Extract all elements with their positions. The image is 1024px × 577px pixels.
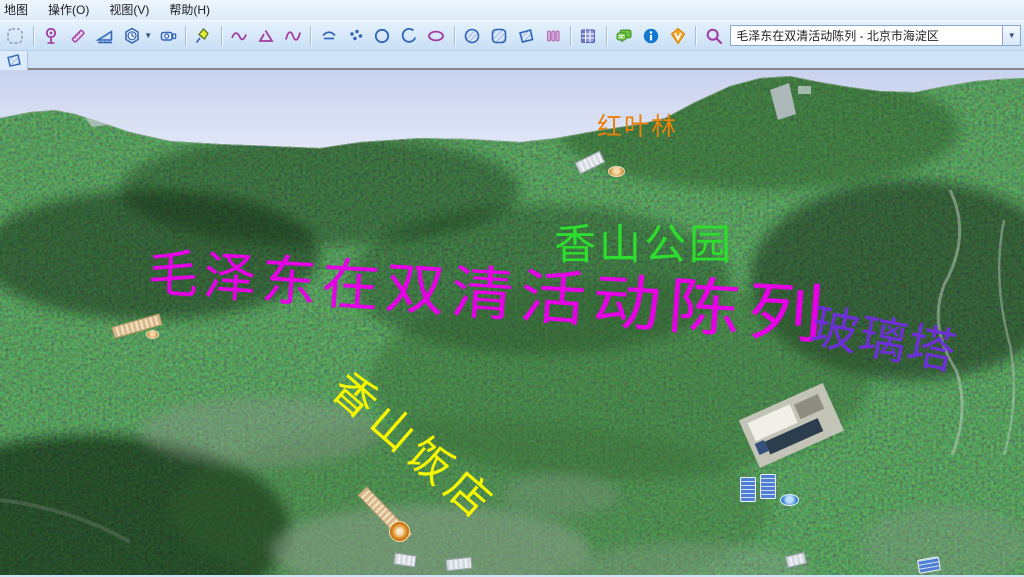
gem-v-icon[interactable]: [666, 23, 691, 48]
time-hexagon-icon[interactable]: [119, 23, 144, 48]
menu-operate[interactable]: 操作(O): [38, 0, 99, 21]
menu-map[interactable]: 地图: [1, 0, 38, 21]
hatched-polygon-icon[interactable]: [513, 23, 538, 48]
poi-marker-oval[interactable]: [146, 330, 159, 339]
point-cluster-icon[interactable]: [343, 23, 368, 48]
info-icon[interactable]: [639, 23, 664, 48]
striped-bars-icon[interactable]: [540, 23, 565, 48]
place-pin-icon[interactable]: [39, 23, 64, 48]
search-combobox: ▼: [730, 25, 1021, 46]
poi-blue-building-sprite: [740, 477, 756, 502]
map-label-hongyelin[interactable]: 红叶林: [597, 114, 678, 139]
polyline-icon[interactable]: [227, 23, 252, 48]
table-grid-icon[interactable]: [576, 23, 601, 48]
curve-icon[interactable]: [281, 23, 306, 48]
menu-bar: 地图 操作(O) 视图(V) 帮助(H): [0, 0, 1024, 20]
camera-icon[interactable]: [155, 23, 180, 48]
poi-marker-ring[interactable]: [390, 522, 409, 541]
toolbar-separator: [310, 26, 311, 46]
application-window: 地图 操作(O) 视图(V) 帮助(H) ▼: [0, 0, 1024, 577]
toolbar-separator: [606, 26, 607, 46]
hatched-polygon-tab[interactable]: [0, 51, 28, 70]
toolbar: ▼: [0, 20, 1024, 51]
toolbar-separator: [570, 26, 571, 46]
map-label-xiangshan-park[interactable]: 香山公园: [554, 224, 734, 266]
chat-bubbles-icon[interactable]: [612, 23, 637, 48]
hatched-circle-icon[interactable]: [460, 23, 485, 48]
poi-marker-oval[interactable]: [608, 166, 625, 177]
toolbar-separator: [454, 26, 455, 46]
menu-view[interactable]: 视图(V): [99, 0, 159, 21]
menu-help[interactable]: 帮助(H): [159, 0, 220, 21]
arc-over-line-icon[interactable]: [316, 23, 341, 48]
search-dropdown-button[interactable]: ▼: [1002, 25, 1021, 46]
search-input[interactable]: [730, 25, 1002, 46]
map-viewport[interactable]: 红叶林 香山公园 毛泽东在双清活动陈列 玻璃塔 香山饭店: [0, 70, 1024, 575]
arc-icon[interactable]: [397, 23, 422, 48]
toolbar-separator: [221, 26, 222, 46]
ellipse-icon[interactable]: [424, 23, 449, 48]
secondary-toolbar: [0, 51, 1024, 70]
chevron-down-icon[interactable]: ▼: [143, 31, 153, 40]
hatched-rect-icon[interactable]: [486, 23, 511, 48]
ruler-icon[interactable]: [66, 23, 91, 48]
toolbar-separator: [695, 26, 696, 46]
toolbar-separator: [185, 26, 186, 46]
search-icon[interactable]: [701, 23, 726, 48]
pushpin-icon[interactable]: [191, 23, 216, 48]
polygon-triangle-icon[interactable]: [254, 23, 279, 48]
poi-blue-building-sprite: [760, 474, 776, 499]
poi-marker-oval-blue[interactable]: [780, 494, 799, 506]
measure-triangle-icon[interactable]: [93, 23, 118, 48]
toolbar-separator: [33, 26, 34, 46]
marquee-select-icon[interactable]: [3, 23, 28, 48]
circle-icon[interactable]: [370, 23, 395, 48]
